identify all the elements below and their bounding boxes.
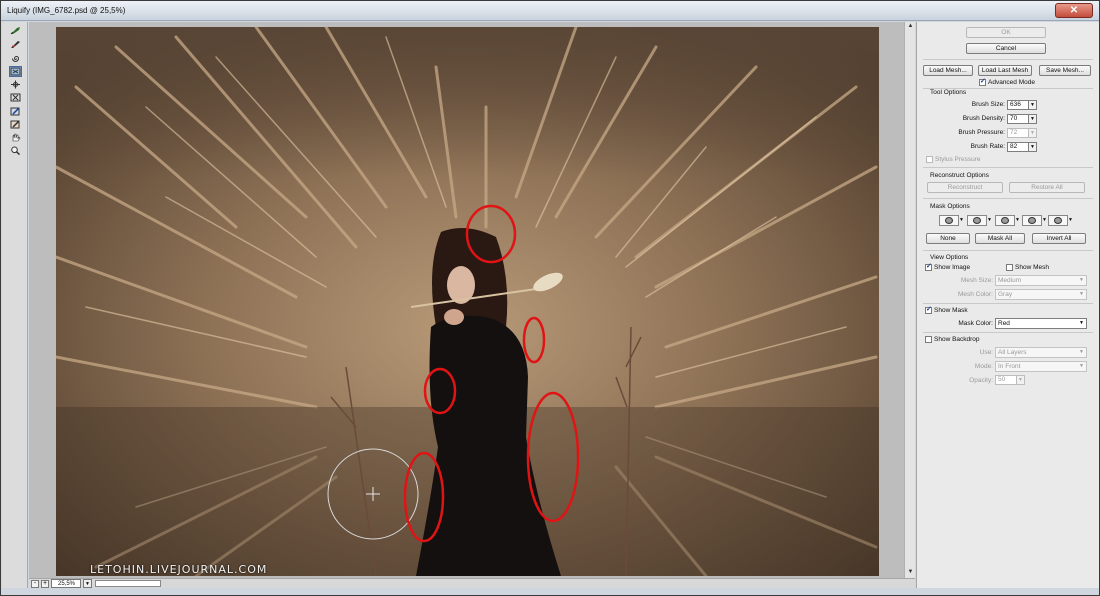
reconstruct-button[interactable]: Reconstruct — [927, 182, 1003, 193]
mesh-size-select[interactable]: Medium ▼ — [995, 275, 1087, 286]
divider — [923, 303, 1093, 304]
tools-panel — [2, 22, 28, 588]
zoom-tool-icon[interactable] — [9, 145, 22, 156]
show-mesh-label: Show Mesh — [1015, 264, 1049, 271]
reconstruct-tool-icon[interactable] — [9, 39, 22, 50]
opacity-dropdown-icon[interactable]: ▼ — [1016, 375, 1025, 385]
opacity-label: Opacity: — [969, 377, 993, 384]
mask-color-label: Mask Color: — [958, 320, 993, 327]
save-mesh-button[interactable]: Save Mesh... — [1039, 65, 1091, 76]
brush-density-dropdown-icon[interactable]: ▼ — [1028, 114, 1037, 124]
ok-button[interactable]: OK — [966, 27, 1046, 38]
scroll-down-icon[interactable]: ▼ — [906, 568, 915, 577]
mask-options-title: Mask Options — [930, 203, 970, 210]
brush-size-dropdown-icon[interactable]: ▼ — [1028, 100, 1037, 110]
options-panel: OK Cancel Load Mesh... Load Last Mesh Sa… — [916, 22, 1099, 588]
hand-tool-icon[interactable] — [9, 132, 22, 143]
watermark-text: LETOHIN.LIVEJOURNAL.COM — [90, 563, 268, 576]
cancel-button[interactable]: Cancel — [966, 43, 1046, 54]
zoom-slider[interactable] — [95, 580, 161, 587]
liquify-dialog: Liquify (IMG_6782.psd @ 25,5%) ✕ LETOHIN… — [0, 0, 1100, 596]
view-options-title: View Options — [930, 254, 969, 261]
add-to-selection-icon[interactable]: ▼ — [967, 215, 992, 226]
show-backdrop-checkbox[interactable] — [925, 336, 932, 343]
pucker-tool-icon[interactable] — [9, 66, 22, 77]
divider — [923, 250, 1093, 251]
freeze-mask-tool-icon[interactable] — [9, 106, 22, 117]
close-button[interactable]: ✕ — [1055, 3, 1093, 18]
advanced-mode-label: Advanced Mode — [988, 79, 1035, 86]
forward-warp-tool-icon[interactable] — [9, 25, 22, 36]
title-bar: Liquify (IMG_6782.psd @ 25,5%) ✕ — [1, 1, 1099, 21]
thaw-mask-tool-icon[interactable] — [9, 119, 22, 130]
mask-all-button[interactable]: Mask All — [975, 233, 1025, 244]
push-left-tool-icon[interactable] — [9, 92, 22, 103]
zoom-in-button[interactable]: + — [41, 580, 49, 588]
stylus-pressure-label: Stylus Pressure — [935, 156, 981, 163]
divider — [923, 198, 1093, 199]
use-select[interactable]: All Layers ▼ — [995, 347, 1087, 358]
stylus-pressure-checkbox[interactable] — [926, 156, 933, 163]
load-last-mesh-button[interactable]: Load Last Mesh — [978, 65, 1032, 76]
advanced-mode-checkbox[interactable] — [979, 77, 986, 86]
bloat-tool-icon[interactable] — [9, 79, 22, 90]
invert-selection-icon[interactable]: ▼ — [1048, 215, 1073, 226]
restore-all-button[interactable]: Restore All — [1009, 182, 1085, 193]
tool-options-title: Tool Options — [930, 89, 967, 96]
zoom-out-button[interactable]: - — [31, 580, 39, 588]
scroll-up-icon[interactable]: ▲ — [906, 22, 915, 31]
intersect-with-selection-icon[interactable]: ▼ — [1022, 215, 1047, 226]
mesh-color-select[interactable]: Gray ▼ — [995, 289, 1087, 300]
reconstruct-options-title: Reconstruct Options — [930, 172, 989, 179]
divider — [923, 332, 1093, 333]
show-mask-checkbox[interactable] — [925, 305, 932, 314]
vertical-scrollbar[interactable]: ▲ ▼ — [904, 22, 915, 578]
mask-color-select[interactable]: Red ▼ — [995, 318, 1087, 329]
brush-density-label: Brush Density: — [962, 115, 1005, 122]
photo-preview: LETOHIN.LIVEJOURNAL.COM — [56, 27, 879, 576]
mesh-color-label: Mesh Color: — [957, 291, 993, 298]
load-mesh-button[interactable]: Load Mesh... — [923, 65, 973, 76]
zoom-value-field[interactable]: 25,5% — [51, 579, 81, 588]
show-mesh-checkbox[interactable] — [1006, 264, 1013, 271]
brush-rate-dropdown-icon[interactable]: ▼ — [1028, 142, 1037, 152]
brush-pressure-dropdown-icon[interactable]: ▼ — [1028, 128, 1037, 138]
brush-size-label: Brush Size: — [971, 101, 1005, 108]
subtract-from-selection-icon[interactable]: ▼ — [995, 215, 1020, 226]
divider — [923, 167, 1093, 168]
mask-none-button[interactable]: None — [926, 233, 970, 244]
brush-rate-label: Brush Rate: — [970, 143, 1005, 150]
replace-selection-icon[interactable]: ▼ — [939, 215, 964, 226]
zoom-bar: - + 25,5% ▼ — [29, 578, 915, 588]
show-mask-label: Show Mask — [934, 307, 968, 314]
zoom-dropdown-icon[interactable]: ▼ — [83, 579, 92, 588]
preview-canvas[interactable]: LETOHIN.LIVEJOURNAL.COM — [29, 22, 915, 578]
brush-pressure-label: Brush Pressure: — [958, 129, 1005, 136]
show-backdrop-label: Show Backdrop — [934, 336, 980, 343]
mesh-size-label: Mesh Size: — [960, 277, 993, 284]
use-label: Use: — [979, 349, 993, 356]
show-image-checkbox[interactable] — [925, 262, 932, 271]
mode-select[interactable]: In Front ▼ — [995, 361, 1087, 372]
mode-label: Mode: — [974, 363, 993, 370]
twirl-tool-icon[interactable] — [9, 53, 22, 64]
window-title: Liquify (IMG_6782.psd @ 25,5%) — [7, 6, 126, 15]
show-image-label: Show Image — [934, 264, 971, 271]
invert-all-button[interactable]: Invert All — [1032, 233, 1086, 244]
divider — [923, 59, 1093, 60]
